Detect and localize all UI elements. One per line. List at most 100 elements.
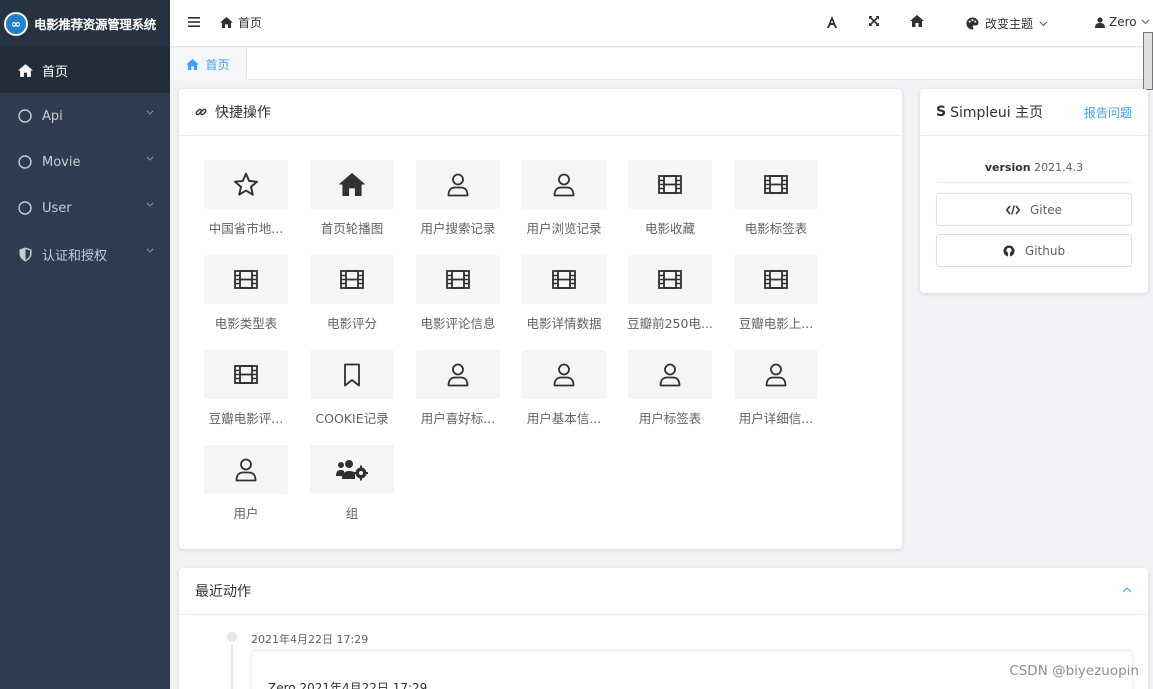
quick-action-label: 用户标签表 [638,411,702,426]
quick-action-item[interactable]: 豆瓣电影上... [733,255,839,345]
quick-action-item[interactable]: 中国省市地... [203,160,309,250]
report-issue-link[interactable]: 报告问题 [1084,104,1132,121]
sidebar-item-label: User [42,200,72,216]
theme-switcher[interactable]: 改变主题 [966,15,1048,32]
quick-action-item[interactable]: COOKIE记录 [309,350,415,440]
simpleui-title: Simpleui 主页 [950,105,1044,121]
user-icon [734,350,818,399]
github-button[interactable]: Github [936,234,1132,267]
scrollbar-thumb[interactable] [1143,32,1153,90]
quick-action-label: 电影评论信息 [420,316,496,331]
recent-actions-card: 最近动作 2021年4月22日 17:29 Zero 2021年4月22日 17… [179,568,1148,689]
sidebar-item-api[interactable]: Api [0,93,170,139]
palette-icon [966,17,979,30]
quick-action-item[interactable]: 用户标签表 [627,350,733,440]
quick-action-item[interactable]: 组 [309,445,415,535]
breadcrumb[interactable]: 首页 [220,14,262,31]
quick-action-label: 豆瓣电影上... [738,316,814,331]
tab-bar: 首页 [170,48,1153,80]
sidebar-item-movie[interactable]: Movie [0,139,170,185]
sidebar-item-label: 认证和授权 [42,248,108,264]
film-icon [734,255,818,304]
chevron-down-icon [146,110,154,118]
quick-action-item[interactable]: 电影评分 [309,255,415,345]
user-icon [416,350,500,399]
quick-action-label: 用户基本信... [526,411,602,426]
sidebar-item-label: Api [42,108,63,124]
watermark: CSDN @biyezuopin [1009,663,1139,679]
app-logo[interactable]: ∞ 电影推荐资源管理系统 [0,0,170,47]
quick-action-item[interactable]: 电影详情数据 [521,255,627,345]
quick-action-label: 中国省市地... [208,221,284,236]
quick-action-label: 用户浏览记录 [526,221,602,236]
quick-action-item[interactable]: 电影类型表 [203,255,309,345]
chevron-down-icon [1141,19,1150,25]
quick-action-item[interactable]: 用户喜好标... [415,350,521,440]
tab-home[interactable]: 首页 [170,48,247,80]
home-icon [220,17,233,28]
quick-action-item[interactable]: 电影标签表 [733,160,839,250]
quick-action-label: COOKIE记录 [315,411,389,426]
sidebar-item-label: 首页 [42,64,69,80]
user-icon [628,350,712,399]
version-label: version [984,161,1031,174]
quick-action-item[interactable]: 用户详细信... [733,350,839,440]
film-icon [416,255,500,304]
version-value: 2021.4.3 [1034,161,1084,174]
quick-action-item[interactable]: 豆瓣前250电... [627,255,733,345]
quick-action-label: 用户喜好标... [420,411,496,426]
chevron-down-icon [146,202,154,210]
quick-actions-title: 快捷操作 [215,105,271,121]
quick-action-label: 电影详情数据 [526,316,602,331]
film-icon [204,255,288,304]
film-icon [310,255,394,304]
quick-action-item[interactable]: 豆瓣电影评... [203,350,309,440]
circle-icon [17,200,33,216]
recent-actions-title: 最近动作 [195,584,251,600]
quick-action-item[interactable]: 用户搜索记录 [415,160,521,250]
top-header: 首页 改变主题 Zero [170,0,1153,47]
sidebar-menu: 首页 Api Movie User 认证和授权 [0,47,170,277]
timeline-entry-text: Zero 2021年4月22日 17:29 [268,681,428,689]
quick-action-item[interactable]: 用户基本信... [521,350,627,440]
user-menu[interactable]: Zero [1095,15,1150,29]
sidebar-item-认证和授权[interactable]: 认证和授权 [0,231,170,277]
user-icon [204,445,288,494]
quick-action-item[interactable]: 用户浏览记录 [521,160,627,250]
user-icon [416,160,500,209]
gitee-label: Gitee [1029,202,1063,217]
quick-action-label: 用户搜索记录 [420,221,496,236]
quick-action-label: 电影类型表 [214,316,278,331]
sidebar-item-home[interactable]: 首页 [0,47,170,93]
home-icon [186,58,200,70]
quick-action-label: 电影收藏 [644,221,695,236]
bookmark-icon [310,350,394,399]
version-info: version 2021.4.3 [936,161,1132,183]
chevron-down-icon [1039,21,1048,27]
timeline-dot [227,632,237,642]
timeline-line [231,644,233,689]
star-icon [204,160,288,209]
gitee-button[interactable]: Gitee [936,193,1132,226]
home-icon[interactable] [910,15,924,27]
timeline-timestamp: 2021年4月22日 17:29 [251,633,369,646]
chevron-up-icon[interactable] [1122,587,1132,593]
sidebar-item-user[interactable]: User [0,185,170,231]
quick-action-label: 组 [345,506,359,521]
quick-action-label: 豆瓣电影评... [208,411,284,426]
users-cog-icon [310,445,394,494]
circle-icon [17,154,33,170]
quick-action-item[interactable]: 电影评论信息 [415,255,521,345]
quick-action-label: 电影评分 [326,316,377,331]
simpleui-logo-icon: S [936,104,947,120]
home-icon [310,160,394,209]
menu-toggle-icon[interactable] [188,16,200,28]
quick-action-item[interactable]: 用户 [203,445,309,535]
recent-actions-header: 最近动作 [179,568,1148,615]
quick-action-item[interactable]: 电影收藏 [627,160,733,250]
fullscreen-icon[interactable] [868,15,880,27]
code-icon [1005,204,1020,215]
font-icon[interactable] [826,15,838,29]
quick-action-item[interactable]: 首页轮播图 [309,160,415,250]
github-icon [1003,245,1015,257]
